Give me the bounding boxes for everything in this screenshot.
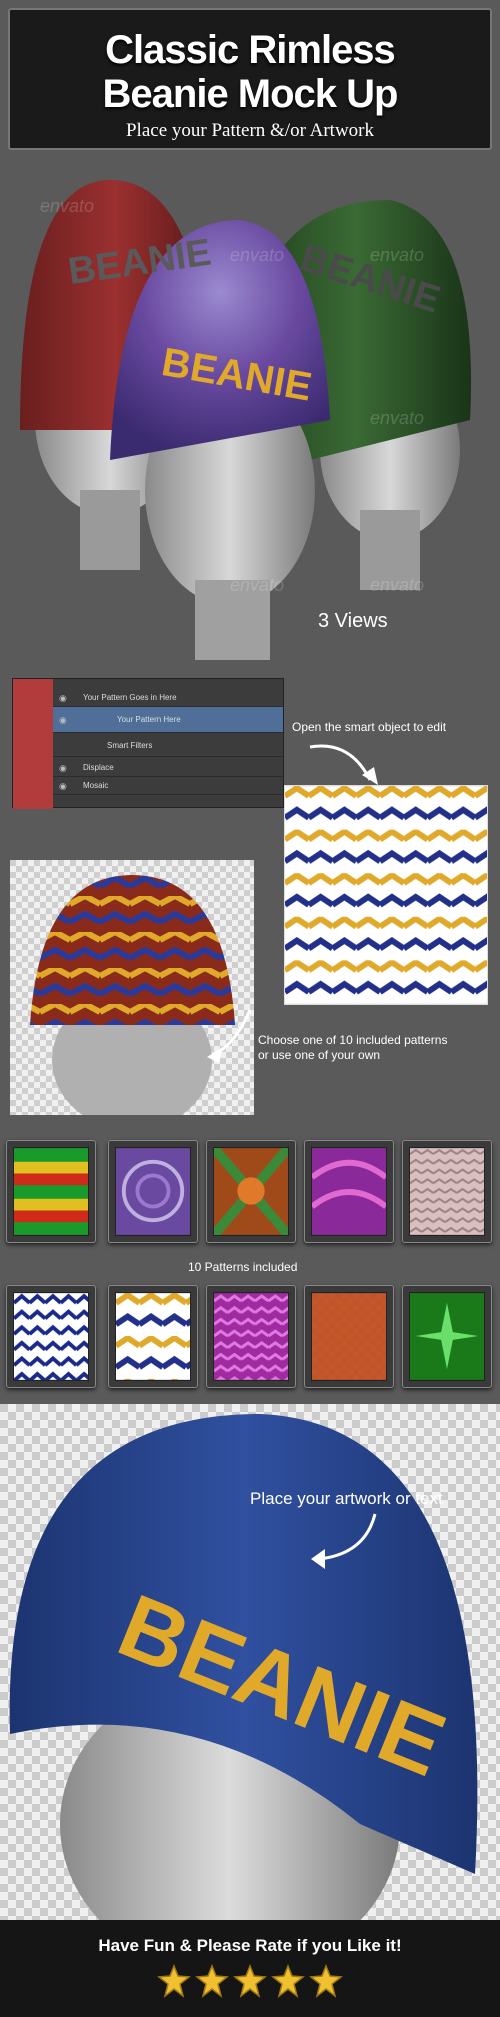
- footer-banner: Have Fun & Please Rate if you Like it!: [0, 1920, 500, 2017]
- eye-icon[interactable]: ◉: [59, 759, 67, 777]
- smart-filters-label: Smart Filters: [107, 741, 153, 750]
- pattern-swatch-5[interactable]: [402, 1140, 492, 1243]
- kaleido-purple-pattern: [115, 1147, 191, 1236]
- choose-line-1: Choose one of 10 included patterns: [258, 1033, 448, 1047]
- filter-row-mosaic[interactable]: ◉ Mosaic: [53, 777, 283, 795]
- star-icon: [157, 1964, 191, 1998]
- group-row[interactable]: ◉ Your Pattern Goes in Here: [53, 689, 283, 707]
- pattern-swatch-1[interactable]: [6, 1140, 96, 1243]
- filter-displace-label: Displace: [83, 763, 114, 772]
- patterns-included-caption: 10 Patterns included: [188, 1260, 298, 1274]
- zigzag-pink-pattern: [409, 1147, 485, 1236]
- blue-beanie-illustration: BEANIE: [0, 1404, 500, 1974]
- choose-line-2: or use one of your own: [258, 1048, 381, 1062]
- layer-label: Your Pattern Here: [117, 715, 181, 724]
- three-views-section: BEANIE BEANIE BEANIE envato envato envat…: [0, 160, 500, 660]
- group-label: Your Pattern Goes in Here: [83, 693, 177, 702]
- title-line-1: Classic Rimless: [105, 28, 396, 72]
- place-artwork-caption: Place your artwork or text: [250, 1489, 443, 1508]
- patterned-hat-illustration: [10, 860, 254, 1115]
- curved-arrow-icon: [311, 1513, 377, 1569]
- subtitle: Place your Pattern &/or Artwork: [125, 120, 374, 141]
- curved-arrow-icon: [309, 744, 378, 785]
- watermark: envato: [230, 575, 285, 595]
- open-smart-caption: Open the smart object to edit: [292, 720, 447, 734]
- title-line-2: Beanie Mock Up: [102, 72, 399, 116]
- pattern-swatch-10[interactable]: [402, 1285, 492, 1388]
- panel-red-column: [13, 679, 53, 809]
- pattern-swatch-9[interactable]: [304, 1285, 394, 1388]
- kaleido-orange-pattern: [213, 1147, 289, 1236]
- star-green-pattern: [409, 1292, 485, 1381]
- watermark: envato: [370, 408, 425, 428]
- eye-icon[interactable]: ◉: [59, 689, 67, 707]
- pattern-swatch-6[interactable]: [6, 1285, 96, 1388]
- star-icon: [233, 1964, 267, 1998]
- zigzag-gold-blue-pattern: [115, 1292, 191, 1381]
- star-icon: [309, 1964, 343, 1998]
- star-icon: [271, 1964, 305, 1998]
- watermark: envato: [230, 245, 285, 265]
- wave-magenta-pattern: [311, 1147, 387, 1236]
- choose-pattern-caption: Choose one of 10 included patterns or us…: [258, 1033, 447, 1063]
- watermark: envato: [370, 245, 425, 265]
- pattern-swatch-3[interactable]: [206, 1140, 296, 1243]
- pattern-swatch-4[interactable]: [304, 1140, 394, 1243]
- filter-mosaic-label: Mosaic: [83, 781, 109, 790]
- zigzag-pattern-preview: [284, 785, 488, 1005]
- watermark: envato: [370, 575, 425, 595]
- header-banner: Classic Rimless Beanie Mock Up Place you…: [8, 8, 492, 150]
- pattern-swatch-2[interactable]: [108, 1140, 198, 1243]
- layer-row-selected[interactable]: ◉ Your Pattern Here: [53, 707, 283, 733]
- footer-text: Have Fun & Please Rate if you Like it!: [98, 1936, 402, 1955]
- watermark: envato: [40, 196, 95, 216]
- eye-icon[interactable]: ◉: [59, 707, 67, 733]
- knit-orange-pattern: [311, 1292, 387, 1381]
- curved-arrow-icon: [207, 1009, 252, 1063]
- eye-icon[interactable]: ◉: [59, 777, 67, 795]
- smart-filters-row[interactable]: Smart Filters: [53, 735, 283, 757]
- layers-panel: ◉ Your Pattern Goes in Here ◉ Your Patte…: [12, 678, 284, 809]
- zigzag-magenta-pattern: [213, 1292, 289, 1381]
- star-icon: [195, 1964, 229, 1998]
- filter-row-displace[interactable]: ◉ Displace: [53, 759, 283, 777]
- stripes-pattern: [13, 1147, 89, 1236]
- pattern-swatch-8[interactable]: [206, 1285, 296, 1388]
- rating-stars: [0, 1964, 500, 1998]
- zigzag-blue-pattern: [13, 1292, 89, 1381]
- views-caption: 3 Views: [318, 610, 388, 632]
- artwork-hat-section: BEANIE Place your artwork or text: [0, 1404, 500, 1974]
- pattern-swatch-7[interactable]: [108, 1285, 198, 1388]
